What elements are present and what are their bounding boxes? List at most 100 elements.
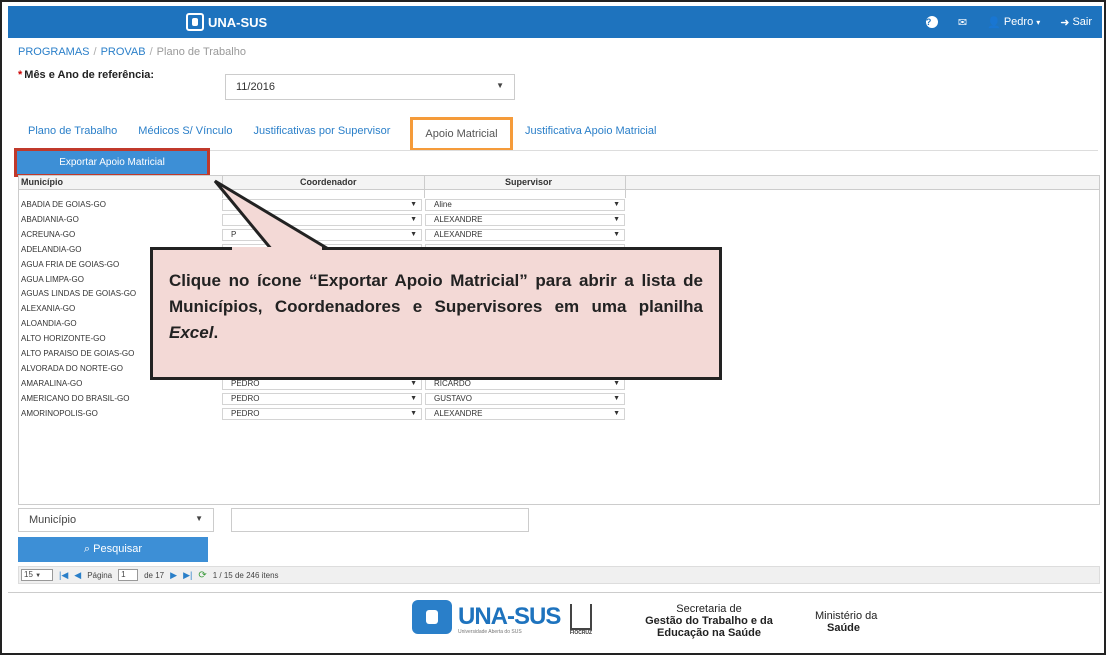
page-label: Página [87, 570, 113, 580]
reference-month-select[interactable]: 11/2016 ▼ [225, 74, 515, 100]
supervisor-select[interactable]: ALEXANDRE ▼ [425, 407, 625, 420]
supervisor-value: Aline [434, 200, 452, 209]
footer-unasus-sub: Universidade Aberta do SUS [458, 629, 522, 635]
help-button[interactable]: ? [925, 16, 938, 28]
next-page-button[interactable]: ▶ [170, 570, 177, 581]
table-row: ABADIA DE GOIAS-GO ▼ Aline ▼ [19, 198, 1099, 212]
chevron-down-icon: ▼ [613, 201, 620, 208]
callout-text: Clique no ícone “Exportar Apoio Matricia… [169, 271, 703, 316]
callout-text-italic: Excel [169, 323, 214, 342]
table-row: ACREUNA-GO P ▼ ALEXANDRE ▼ [19, 228, 1099, 242]
last-page-button[interactable]: ▶| [183, 570, 192, 581]
cell-municipio: AMARALINA-GO [21, 378, 83, 388]
table-row: AMERICANO DO BRASIL-GO PEDRO ▼ GUSTAVO ▼ [19, 392, 1099, 406]
supervisor-select[interactable]: ALEXANDRE ▼ [425, 213, 625, 226]
unasus-logo[interactable]: UNA-SUS [186, 12, 267, 32]
chevron-down-icon: ▼ [410, 394, 417, 402]
coordenador-select[interactable]: ▼ [222, 199, 422, 211]
refresh-icon[interactable]: ⟳ [198, 570, 206, 581]
column-divider [625, 176, 626, 198]
cell-municipio: ALOANDIA-GO [21, 319, 77, 329]
column-header-supervisor[interactable]: Supervisor [505, 177, 552, 187]
cell-municipio: ACREUNA-GO [21, 229, 76, 239]
cell-municipio: ALEXANIA-GO [21, 304, 76, 314]
breadcrumb-item-provab[interactable]: PROVAB [101, 46, 146, 58]
table-row: ABADIANIA-GO ▼ ALEXANDRE ▼ [19, 213, 1099, 227]
supervisor-value: ALEXANDRE [434, 214, 483, 224]
chevron-down-icon: ▼ [613, 379, 620, 387]
first-page-button[interactable]: |◀ [59, 570, 68, 581]
chevron-down-icon: ▼ [613, 230, 620, 238]
footer-unasus-logo: UNA-SUS Universidade Aberta do SUS [412, 600, 561, 635]
column-header-coordenador[interactable]: Coordenador [300, 177, 357, 187]
coordenador-value: PEDRO [231, 408, 260, 418]
filter-field-select[interactable]: Município ▼ [18, 508, 214, 532]
cell-municipio: AGUAS LINDAS DE GOIAS-GO [21, 289, 137, 299]
supervisor-select[interactable]: ALEXANDRE ▼ [425, 228, 625, 241]
logout-button[interactable]: ➜ Sair [1060, 16, 1092, 29]
supervisor-select[interactable]: Aline ▼ [425, 199, 625, 211]
supervisor-value: RICARDO [434, 378, 471, 388]
nav-actions: ? ✉ 👤 Pedro ▾ ➜ Sair [925, 6, 1092, 38]
tab-justificativa-apoio-matricial[interactable]: Justificativa Apoio Matricial [525, 125, 656, 137]
callout-text-end: . [213, 323, 219, 342]
coordenador-select[interactable]: PEDRO ▼ [222, 392, 422, 405]
column-header-municipio[interactable]: Município [21, 177, 63, 187]
help-icon: ? [925, 16, 938, 28]
supervisor-value: ALEXANDRE [434, 408, 483, 418]
coordenador-value: P [231, 229, 237, 239]
cell-municipio: ABADIA DE GOIAS-GO [21, 200, 106, 209]
logo-text: UNA-SUS [208, 14, 268, 30]
tab-justificativas-supervisor[interactable]: Justificativas por Supervisor [253, 125, 390, 137]
user-icon: 👤 [987, 16, 1001, 29]
chevron-down-icon: ▼ [410, 201, 417, 208]
page-number-input[interactable]: 1 [118, 569, 139, 581]
chevron-down-icon: ▼ [613, 409, 620, 417]
coordenador-value: PEDRO [231, 378, 260, 388]
breadcrumb: PROGRAMAS / PROVAB / Plano de Trabalho [18, 46, 246, 58]
supervisor-value: ALEXANDRE [434, 229, 483, 239]
pager-summary: 1 / 15 de 246 itens [212, 570, 279, 580]
cell-municipio: ABADIANIA-GO [21, 214, 79, 224]
footer-sgtes: Secretaria de Gestão do Trabalho e da Ed… [645, 603, 773, 639]
fiocruz-label: FIOCRUZ [569, 630, 593, 636]
chevron-down-icon: ▼ [410, 409, 417, 417]
footer-ministerio: Ministério da Saúde [815, 610, 878, 634]
cell-municipio: ALTO PARAISO DE GOIAS-GO [21, 349, 135, 358]
logout-icon: ➜ [1060, 16, 1070, 29]
search-button-label: Pesquisar [93, 543, 143, 555]
tab-apoio-matricial[interactable]: Apoio Matricial [410, 117, 513, 151]
footer-divider [8, 592, 1102, 593]
chevron-down-icon: ▼ [195, 514, 203, 523]
coordenador-select[interactable]: PEDRO ▼ [222, 407, 422, 420]
user-menu[interactable]: 👤 Pedro ▾ [987, 16, 1040, 29]
search-icon: ⌕ [83, 543, 91, 555]
chevron-down-icon: ▼ [410, 215, 417, 223]
unasus-mark-icon [412, 600, 452, 634]
footer-unasus-text: UNA-SUS [458, 603, 561, 630]
page-size-select[interactable]: 15 ▼ [21, 569, 53, 581]
cell-municipio: ADELANDIA-GO [21, 244, 82, 254]
supervisor-select[interactable]: GUSTAVO ▼ [425, 392, 625, 405]
search-button[interactable]: ⌕ Pesquisar [18, 537, 208, 562]
cell-municipio: ALTO HORIZONTE-GO [21, 334, 106, 344]
chevron-down-icon: ▼ [410, 230, 417, 238]
tab-medicos-sem-vinculo[interactable]: Médicos S/ Vínculo [138, 125, 232, 137]
fiocruz-building-icon [570, 604, 592, 630]
mail-icon: ✉ [957, 16, 968, 29]
mail-button[interactable]: ✉ [958, 16, 967, 29]
prev-page-button[interactable]: ◀ [74, 570, 81, 581]
filter-field-value: Município [29, 514, 77, 526]
footer-fiocruz-logo: FIOCRUZ [568, 600, 594, 638]
cell-municipio: ALVORADA DO NORTE-GO [21, 363, 123, 373]
coordenador-select[interactable]: P ▼ [222, 228, 422, 241]
breadcrumb-item-programas[interactable]: PROGRAMAS [18, 46, 90, 58]
cell-municipio: AMORINOPOLIS-GO [21, 408, 98, 418]
breadcrumb-item-current: Plano de Trabalho [156, 46, 246, 58]
coordenador-select[interactable]: ▼ [222, 213, 422, 226]
filter-search-input[interactable] [231, 508, 529, 532]
column-divider [424, 176, 425, 198]
tab-plano-de-trabalho[interactable]: Plano de Trabalho [28, 125, 117, 137]
cell-municipio: AMERICANO DO BRASIL-GO [21, 393, 130, 403]
user-name: Pedro [1003, 16, 1034, 28]
